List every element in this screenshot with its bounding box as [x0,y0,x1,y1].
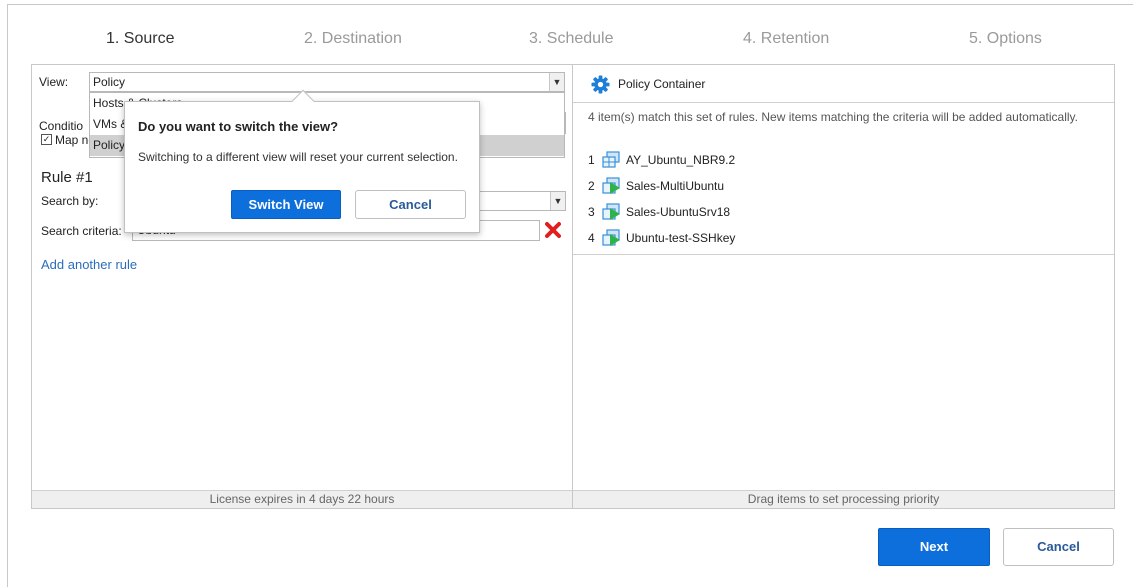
list-item[interactable]: 3 Sales-UbuntuSrv18 [588,199,735,225]
popup-cancel-button[interactable]: Cancel [355,190,466,219]
view-select-value: Policy [93,75,126,89]
list-item[interactable]: 4 Ubuntu-test-SSHkey [588,225,735,251]
vm-running-icon [602,228,620,246]
item-name: AY_Ubuntu_NBR9.2 [626,153,736,167]
item-name: Ubuntu-test-SSHkey [626,231,736,245]
view-label: View: [39,75,69,89]
search-by-label: Search by: [41,194,99,208]
license-status-bar: License expires in 4 days 22 hours [32,490,572,508]
policy-container-header: Policy Container [573,65,1114,103]
wizard-steps: 1. Source 2. Destination 3. Schedule 4. … [0,30,1133,52]
add-another-rule-link[interactable]: Add another rule [41,257,137,272]
priority-hint-bar: Drag items to set processing priority [573,490,1114,508]
divider [573,254,1114,255]
item-number: 4 [588,231,595,245]
vm-running-icon [602,176,620,194]
step-options[interactable]: 5. Options [969,30,1042,48]
view-select[interactable]: Policy ▼ [89,72,565,92]
popup-title: Do you want to switch the view? [138,119,339,134]
vm-running-icon [602,202,620,220]
vm-template-icon [602,150,620,168]
item-name: Sales-UbuntuSrv18 [626,205,731,219]
switch-view-popup: Do you want to switch the view? Switchin… [124,89,480,233]
step-destination[interactable]: 2. Destination [304,30,402,48]
step-retention[interactable]: 4. Retention [743,30,829,48]
item-number: 3 [588,205,595,219]
remove-rule-icon[interactable] [544,221,562,239]
step-source[interactable]: 1. Source [106,30,174,48]
item-number: 1 [588,153,595,167]
gear-icon [591,75,610,94]
popup-message: Switching to a different view will reset… [138,150,458,164]
chevron-down-icon[interactable]: ▼ [550,192,565,210]
policy-container-title: Policy Container [618,77,706,91]
list-item[interactable]: 1 AY_Ubuntu_NBR9.2 [588,147,735,173]
step-schedule[interactable]: 3. Schedule [529,30,614,48]
item-name: Sales-MultiUbuntu [626,179,725,193]
policy-container-panel: Policy Container 4 item(s) match this se… [572,64,1115,509]
list-item[interactable]: 2 Sales-MultiUbuntu [588,173,735,199]
next-button[interactable]: Next [878,528,990,566]
item-number: 2 [588,179,595,193]
match-description: 4 item(s) match this set of rules. New i… [588,110,1078,124]
conditions-label: Conditio [39,119,84,133]
rule-title: Rule #1 [41,169,93,186]
search-criteria-label: Search criteria: [41,224,122,238]
chevron-down-icon[interactable]: ▼ [549,73,564,91]
switch-view-button[interactable]: Switch View [231,190,341,219]
cancel-button[interactable]: Cancel [1003,528,1114,566]
map-new-vms-checkbox[interactable]: ✓ [41,134,52,145]
matched-items-list: 1 AY_Ubuntu_NBR9.2 2 Sales-MultiUbuntu 3 [588,147,735,251]
